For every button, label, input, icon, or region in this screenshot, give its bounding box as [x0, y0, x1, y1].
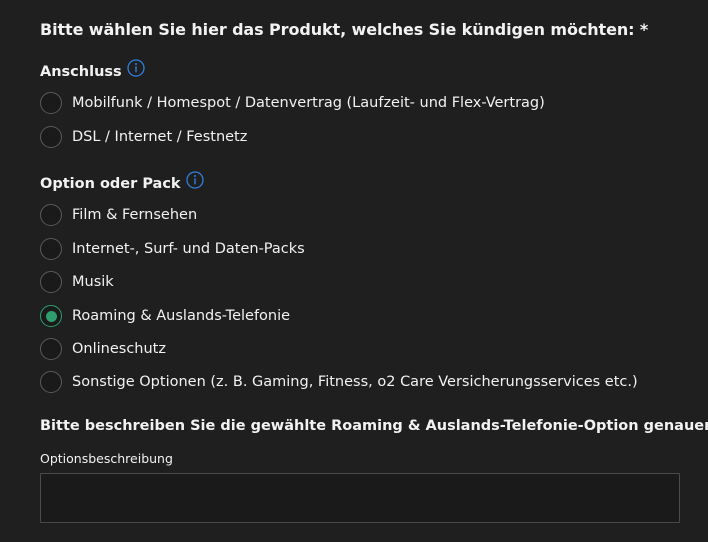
radio-option-label: Film & Fernsehen	[72, 207, 198, 223]
group-title-label: Anschluss	[40, 64, 122, 80]
group-title-label: Option oder Pack	[40, 176, 181, 192]
details-heading: Bitte beschreiben Sie die gewählte Roami…	[40, 418, 708, 434]
radio-option-sonstige[interactable]: Sonstige Optionen (z. B. Gaming, Fitness…	[40, 370, 638, 394]
info-icon[interactable]	[127, 59, 145, 77]
radio-option-label: Internet-, Surf- und Daten-Packs	[72, 241, 305, 257]
radio-button[interactable]	[40, 338, 62, 360]
radio-option-film[interactable]: Film & Fernsehen	[40, 203, 197, 227]
radio-button[interactable]	[40, 371, 62, 393]
group-title-option-oder-pack: Option oder Pack	[40, 171, 204, 193]
radio-button[interactable]	[40, 126, 62, 148]
radio-option-label: Musik	[72, 274, 114, 290]
product-question: Bitte wählen Sie hier das Produkt, welch…	[40, 20, 649, 39]
radio-option-label: Mobilfunk / Homespot / Datenvertrag (Lau…	[72, 95, 545, 111]
radio-button[interactable]	[40, 271, 62, 293]
info-icon[interactable]	[185, 171, 204, 189]
description-field-label: Optionsbeschreibung	[40, 451, 173, 466]
radio-button-selected[interactable]	[40, 305, 62, 327]
radio-option-mobilfunk[interactable]: Mobilfunk / Homespot / Datenvertrag (Lau…	[40, 91, 545, 115]
radio-option-internet-packs[interactable]: Internet-, Surf- und Daten-Packs	[40, 237, 305, 261]
radio-option-dsl[interactable]: DSL / Internet / Festnetz	[40, 125, 247, 149]
radio-button[interactable]	[40, 238, 62, 260]
radio-option-label: Onlineschutz	[72, 341, 166, 357]
radio-button[interactable]	[40, 204, 62, 226]
radio-button[interactable]	[40, 92, 62, 114]
description-textarea[interactable]	[40, 473, 680, 523]
radio-option-musik[interactable]: Musik	[40, 270, 114, 294]
radio-option-label: DSL / Internet / Festnetz	[72, 129, 248, 145]
group-title-anschluss: Anschluss	[40, 59, 145, 81]
radio-option-label: Roaming & Auslands-Telefonie	[72, 308, 291, 324]
radio-option-label: Sonstige Optionen (z. B. Gaming, Fitness…	[72, 374, 638, 390]
radio-option-onlineschutz[interactable]: Onlineschutz	[40, 337, 166, 361]
radio-option-roaming[interactable]: Roaming & Auslands-Telefonie	[40, 304, 290, 328]
